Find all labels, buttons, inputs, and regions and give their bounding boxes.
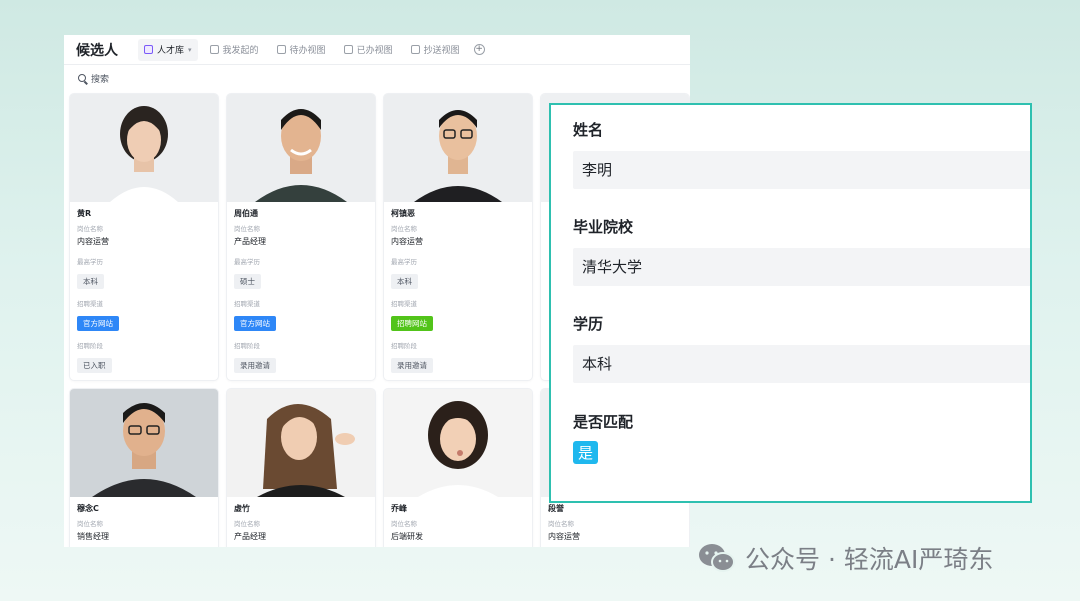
candidate-name: 乔峰 <box>391 504 407 513</box>
watermark-text: 公众号 · 轻流AI严琦东 <box>745 545 994 574</box>
tab-todo[interactable]: 待办视图 <box>271 39 332 61</box>
field-label: 岗位名称 <box>77 225 103 233</box>
field-label: 招聘渠道 <box>234 300 260 308</box>
position-value: 产品经理 <box>234 237 266 246</box>
candidate-name: 段誉 <box>548 504 564 513</box>
watermark: 公众号 · 轻流AI严琦东 <box>697 540 993 576</box>
caret-down-icon[interactable]: ▾ <box>188 46 192 54</box>
school-field: 毕业院校 清华大学 <box>573 216 1030 286</box>
search-bar[interactable]: 搜索 <box>64 65 690 91</box>
candidate-card[interactable]: 柯镇恶 岗位名称 内容运营 最高学历 本科 招聘渠道 招聘网站 招聘阶段 录用邀… <box>384 94 532 380</box>
match-label: 是否匹配 <box>573 413 634 431</box>
position-value: 内容运营 <box>77 237 109 246</box>
field-label: 岗位名称 <box>391 225 417 233</box>
table-view-icon <box>144 45 153 54</box>
position-value: 产品经理 <box>234 532 266 541</box>
stage-tag: 录用邀请 <box>391 358 433 373</box>
tab-label: 我发起的 <box>222 46 259 56</box>
tab-cc[interactable]: 抄送视图 <box>405 39 466 61</box>
field-label: 最高学历 <box>234 258 260 266</box>
position-value: 销售经理 <box>77 532 109 541</box>
match-field: 是否匹配 是 <box>573 411 1030 464</box>
app-title: 候选人 <box>76 42 118 59</box>
field-label: 岗位名称 <box>234 520 260 528</box>
tab-label: 待办视图 <box>289 46 326 56</box>
candidate-card[interactable]: 乔峰 岗位名称 后端研发 <box>384 389 532 547</box>
school-label: 毕业院校 <box>573 218 634 236</box>
candidate-photo <box>227 94 375 202</box>
position-value: 后端研发 <box>391 532 423 541</box>
candidate-photo <box>384 389 532 497</box>
field-label: 招聘阶段 <box>234 342 260 350</box>
candidate-card[interactable]: 周伯通 岗位名称 产品经理 最高学历 硕士 招聘渠道 官方网站 招聘阶段 录用邀… <box>227 94 375 380</box>
position-value: 内容运营 <box>391 237 423 246</box>
match-tag[interactable]: 是 <box>573 441 599 464</box>
search-label: 搜索 <box>91 74 110 85</box>
candidate-detail-form: 姓名 李明 毕业院校 清华大学 学历 本科 是否匹配 是 <box>549 103 1032 503</box>
candidate-photo <box>227 389 375 497</box>
candidate-photo <box>70 94 218 202</box>
field-label: 最高学历 <box>391 258 417 266</box>
tab-label: 人才库 <box>157 46 185 56</box>
table-view-icon <box>209 45 219 54</box>
candidate-name: 穆念C <box>77 504 99 513</box>
education-tag: 本科 <box>77 274 104 289</box>
field-label: 招聘渠道 <box>391 300 417 308</box>
candidate-name: 虚竹 <box>234 504 250 513</box>
candidate-card[interactable]: 黄R 岗位名称 内容运营 最高学历 本科 招聘渠道 官方网站 招聘阶段 已入职 <box>70 94 218 380</box>
education-tag: 硕士 <box>234 274 261 289</box>
table-view-icon <box>410 45 420 54</box>
field-label: 岗位名称 <box>77 520 103 528</box>
education-input[interactable]: 本科 <box>573 345 1030 383</box>
stage-tag: 已入职 <box>77 358 112 373</box>
tab-initiated[interactable]: 我发起的 <box>204 39 265 61</box>
tab-label: 已办视图 <box>356 46 393 56</box>
channel-tag: 官方网站 <box>234 316 276 331</box>
field-label: 招聘渠道 <box>77 300 103 308</box>
field-label: 岗位名称 <box>234 225 260 233</box>
tab-label: 抄送视图 <box>423 46 460 56</box>
field-label: 招聘阶段 <box>77 342 103 350</box>
field-label: 招聘阶段 <box>391 342 417 350</box>
name-label: 姓名 <box>573 121 604 139</box>
education-field: 学历 本科 <box>573 313 1030 383</box>
position-value: 内容运营 <box>548 532 580 541</box>
field-label: 最高学历 <box>77 258 103 266</box>
search-icon <box>78 74 86 82</box>
channel-tag: 招聘网站 <box>391 316 433 331</box>
school-input[interactable]: 清华大学 <box>573 248 1030 286</box>
candidate-photo <box>70 389 218 497</box>
education-tag: 本科 <box>391 274 418 289</box>
name-input[interactable]: 李明 <box>573 151 1030 189</box>
tab-done[interactable]: 已办视图 <box>338 39 399 61</box>
table-view-icon <box>343 45 353 54</box>
education-label: 学历 <box>573 315 604 333</box>
field-label: 岗位名称 <box>391 520 417 528</box>
table-view-icon <box>276 45 286 54</box>
wechat-icon <box>699 544 735 572</box>
candidate-name: 柯镇恶 <box>391 209 415 218</box>
candidate-name: 黄R <box>77 209 92 218</box>
candidate-card[interactable]: 虚竹 岗位名称 产品经理 <box>227 389 375 547</box>
field-label: 岗位名称 <box>548 520 574 528</box>
stage-tag: 录用邀请 <box>234 358 276 373</box>
tab-talent-pool[interactable]: 人才库 ▾ <box>138 38 198 61</box>
candidate-card[interactable]: 穆念C 岗位名称 销售经理 <box>70 389 218 547</box>
channel-tag: 官方网站 <box>77 316 119 331</box>
name-field: 姓名 李明 <box>573 119 1030 189</box>
candidate-photo <box>384 94 532 202</box>
candidate-name: 周伯通 <box>234 209 258 218</box>
app-topbar: 候选人 人才库 ▾ 我发起的 待办视图 已办视图 抄送视图 + <box>64 35 690 65</box>
add-view-icon[interactable]: + <box>473 44 485 55</box>
